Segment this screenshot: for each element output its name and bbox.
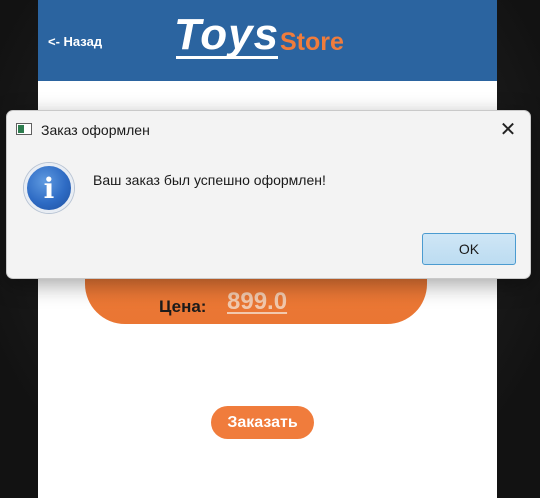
logo-underline xyxy=(176,56,278,59)
window-app-icon xyxy=(16,123,32,135)
order-button[interactable]: Заказать xyxy=(211,406,314,439)
dialog-message: Ваш заказ был успешно оформлен! xyxy=(93,172,326,188)
info-icon-glyph: i xyxy=(43,171,55,205)
app-header: <- Назад Toys Store xyxy=(38,0,497,81)
dialog-title: Заказ оформлен xyxy=(41,122,150,138)
close-icon: ✕ xyxy=(499,118,517,141)
ok-button[interactable]: OK xyxy=(422,233,516,265)
order-confirmation-dialog: Заказ оформлен ✕ i Ваш заказ был успешно… xyxy=(6,110,531,279)
price-value[interactable]: 899.0 xyxy=(227,288,287,316)
logo-toys-text: Toys xyxy=(174,10,280,59)
close-button[interactable]: ✕ xyxy=(486,111,530,147)
back-link[interactable]: <- Назад xyxy=(48,34,102,49)
logo-store-text: Store xyxy=(280,28,344,56)
dialog-titlebar: Заказ оформлен ✕ xyxy=(7,111,530,147)
info-icon: i xyxy=(24,163,74,213)
price-label: Цена: xyxy=(159,297,207,316)
